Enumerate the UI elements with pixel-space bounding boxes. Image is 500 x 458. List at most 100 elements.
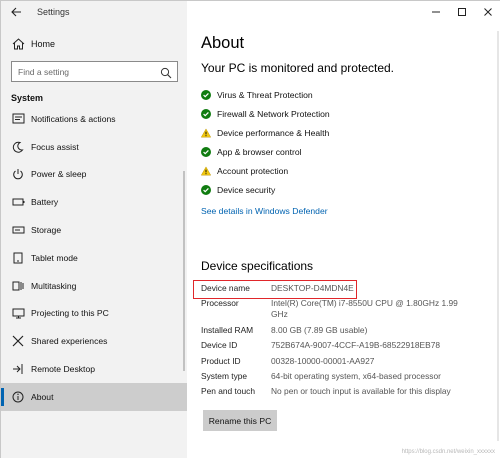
minimize-button[interactable] (423, 1, 449, 23)
warning-icon (201, 165, 211, 176)
sidebar: Settings Home System Notifications & act… (1, 1, 187, 458)
security-item-label: Device performance & Health (217, 127, 330, 138)
check-circle-icon (201, 108, 211, 119)
spec-value: DESKTOP-D4MDN4E (271, 283, 354, 293)
spec-key: Device ID (201, 340, 238, 351)
security-item-label: App & browser control (217, 146, 302, 157)
security-item-label: Account protection (217, 165, 289, 176)
spec-value: 64-bit operating system, x64-based proce… (271, 370, 441, 381)
sidebar-item-shared-experiences[interactable]: Shared experiences (1, 327, 187, 355)
security-item-label: Firewall & Network Protection (217, 108, 330, 119)
check-circle-icon (201, 89, 211, 100)
home-nav-item[interactable]: Home (1, 33, 187, 55)
spec-value: 00328-10000-00001-AA927 (271, 355, 375, 366)
close-button[interactable] (475, 1, 500, 23)
check-circle-icon (201, 184, 211, 195)
multitasking-icon (11, 279, 25, 293)
app-title: Settings (37, 7, 70, 17)
device-specifications-heading: Device specifications (201, 259, 314, 273)
spec-row-device-name: Device name DESKTOP-D4MDN4E (201, 283, 497, 294)
device-specifications-table: Device name DESKTOP-D4MDN4E Processor In… (201, 283, 497, 402)
titlebar: Settings (1, 1, 187, 23)
spec-row-pen-touch: Pen and touch No pen or touch input is a… (201, 386, 497, 397)
section-title: System (11, 93, 44, 103)
security-item-firewall[interactable]: Firewall & Network Protection (201, 104, 330, 123)
spec-value: No pen or touch input is available for t… (271, 386, 451, 397)
rename-pc-button[interactable]: Rename this PC (203, 410, 277, 431)
sidebar-item-label: Shared experiences (31, 336, 108, 347)
sidebar-item-label: Focus assist (31, 141, 79, 152)
settings-window: Settings Home System Notifications & act… (0, 0, 500, 458)
window-controls (423, 1, 500, 23)
sidebar-item-label: Tablet mode (31, 252, 78, 263)
page-title: About (201, 34, 245, 52)
security-item-label: Virus & Threat Protection (217, 89, 313, 100)
spec-key: Pen and touch (201, 386, 256, 397)
sidebar-item-label: Remote Desktop (31, 364, 96, 375)
spec-value: 8.00 GB (7.89 GB usable) (271, 324, 368, 335)
sidebar-item-label: Notifications & actions (31, 113, 116, 124)
spec-value: 752B674A-9007-4CCF-A19B-68522918EB78 (271, 340, 441, 351)
sidebar-item-notifications[interactable]: Notifications & actions (1, 105, 187, 133)
moon-icon (11, 140, 25, 154)
main-scrollbar[interactable] (497, 31, 499, 441)
sidebar-item-label: Multitasking (31, 280, 77, 291)
minimize-icon (432, 11, 440, 13)
security-item-virus[interactable]: Virus & Threat Protection (201, 85, 330, 104)
protection-status-heading: Your PC is monitored and protected. (201, 61, 395, 75)
spec-key: Processor (201, 298, 239, 309)
security-item-app-browser[interactable]: App & browser control (201, 142, 330, 161)
sidebar-item-tablet-mode[interactable]: Tablet mode (1, 244, 187, 272)
back-arrow-icon (10, 7, 21, 17)
security-item-device-security[interactable]: Device security (201, 180, 330, 199)
spec-key: Installed RAM (201, 324, 254, 335)
search-box[interactable] (11, 61, 178, 82)
watermark: https://blog.csdn.net/weixin_xxxxxx (401, 449, 495, 455)
security-item-performance[interactable]: Device performance & Health (201, 123, 330, 142)
windows-defender-link[interactable]: See details in Windows Defender (201, 206, 328, 216)
sidebar-item-focus-assist[interactable]: Focus assist (1, 133, 187, 161)
sidebar-item-battery[interactable]: Battery (1, 188, 187, 216)
close-icon (484, 8, 492, 16)
spec-row-product-id: Product ID 00328-10000-00001-AA927 (201, 356, 497, 367)
storage-icon (11, 223, 25, 237)
security-item-account[interactable]: Account protection (201, 161, 330, 180)
spec-row-processor: Processor Intel(R) Core(TM) i7-8550U CPU… (201, 298, 497, 320)
back-button[interactable] (1, 1, 31, 23)
home-label: Home (31, 39, 56, 49)
shared-icon (11, 334, 25, 348)
remote-icon (11, 362, 25, 376)
main-content: About Your PC is monitored and protected… (187, 1, 500, 458)
search-icon[interactable] (160, 66, 172, 79)
info-icon (11, 390, 25, 404)
sidebar-item-projecting[interactable]: Projecting to this PC (1, 300, 187, 328)
warning-icon (201, 127, 211, 138)
home-icon (11, 37, 25, 51)
spec-key: Device name (201, 283, 250, 293)
sidebar-item-power-sleep[interactable]: Power & sleep (1, 161, 187, 189)
maximize-button[interactable] (449, 1, 475, 23)
sidebar-item-label: Battery (31, 197, 59, 208)
tablet-icon (11, 251, 25, 265)
notifications-icon (11, 112, 25, 126)
spec-row-system-type: System type 64-bit operating system, x64… (201, 371, 497, 382)
power-icon (11, 167, 25, 181)
sidebar-scrollbar[interactable] (183, 171, 185, 371)
projecting-icon (11, 306, 25, 320)
battery-icon (11, 195, 25, 209)
sidebar-nav: Notifications & actions Focus assist Pow… (1, 105, 187, 411)
sidebar-item-about[interactable]: About (1, 382, 187, 411)
spec-key: Product ID (201, 355, 241, 366)
sidebar-item-label: Power & sleep (31, 169, 87, 180)
sidebar-item-multitasking[interactable]: Multitasking (1, 272, 187, 300)
maximize-icon (458, 8, 466, 16)
spec-value: Intel(R) Core(TM) i7-8550U CPU @ 1.80GHz… (271, 298, 458, 320)
spec-row-installed-ram: Installed RAM 8.00 GB (7.89 GB usable) (201, 325, 497, 336)
search-input[interactable] (12, 66, 152, 77)
spec-row-device-id: Device ID 752B674A-9007-4CCF-A19B-685229… (201, 340, 497, 351)
check-circle-icon (201, 146, 211, 157)
spec-key: System type (201, 370, 248, 381)
sidebar-item-storage[interactable]: Storage (1, 216, 187, 244)
sidebar-item-remote-desktop[interactable]: Remote Desktop (1, 355, 187, 383)
sidebar-item-label: Projecting to this PC (31, 308, 109, 319)
